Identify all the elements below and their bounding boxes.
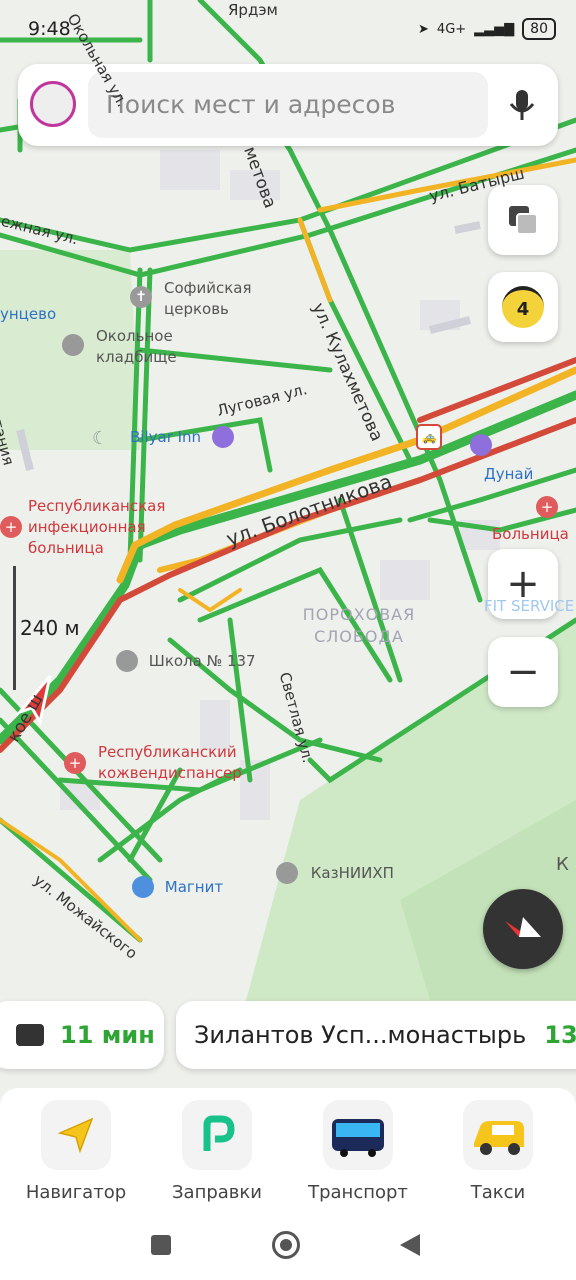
tab-label: Транспорт [308,1182,408,1203]
traffic-button[interactable]: 4 [488,272,558,342]
bus-icon [323,1100,393,1170]
poi-label: Окольное кладбище [96,327,177,366]
poi-label: Софийская церковь [164,279,252,318]
poi-school[interactable]: Школа № 137 [116,650,256,672]
layers-icon [509,206,538,235]
poi-label: Дунай [484,465,534,483]
recents-button[interactable] [151,1235,171,1255]
system-navigation-bar [0,1210,576,1280]
traffic-level-icon: 4 [502,286,544,328]
location-icon: ➤ [418,21,429,37]
compass-icon [505,917,541,937]
school-icon [116,650,138,672]
bed-icon [470,434,492,456]
home-button[interactable] [272,1231,300,1259]
tab-taxi[interactable]: Такси [428,1100,568,1203]
hospital-icon: + [536,496,558,518]
fuel-icon [182,1100,252,1170]
poi-dispensary[interactable]: + Республиканский кожвендиспансер [64,742,258,784]
poi-kazniihp[interactable]: КазНИИХП [276,862,394,884]
poi-label: Магнит [164,877,224,896]
traffic-level: 4 [516,298,530,320]
hospital-icon: + [64,752,86,774]
tab-transport[interactable]: Транспорт [288,1100,428,1203]
navigator-icon [41,1100,111,1170]
tab-fuel[interactable]: Заправки [147,1100,287,1203]
map-edge-label: К [556,854,569,875]
destination-chip[interactable]: Зилантов Усп...монастырь 13 [176,1001,576,1069]
district-label: ПОРОХОВАЯ СЛОБОДА [302,605,416,646]
compass-button[interactable] [483,889,563,969]
moon-icon: ☾ [92,428,109,449]
scale-label: 240 м [20,616,80,640]
poi-edge-label: унцево [0,305,57,323]
poi-clinic[interactable]: + Больница [492,496,569,545]
street-label: Ярдэм [228,1,278,19]
bed-icon [211,426,234,448]
poi-label: Республиканская инфекционная больница [28,497,166,557]
poi-label: Республиканский кожвендиспансер [98,743,242,782]
poi-label: КазНИИХП [310,863,394,882]
shopping-basket-icon [132,876,154,898]
back-button[interactable] [398,1232,422,1258]
poi-fit-service: FIT SERVICE [484,597,575,615]
zoom-out-button[interactable]: − [488,637,558,707]
tab-label: Такси [470,1182,526,1203]
work-route-chip[interactable]: 11 мин [0,1001,164,1069]
work-route-time: 11 мин [60,1021,155,1049]
microphone-icon[interactable] [506,88,538,124]
tab-label: Навигатор [25,1182,127,1203]
destination-time: 13 [544,1021,576,1049]
taxi-marker-icon[interactable]: 🚕 [416,424,442,450]
avatar[interactable] [30,81,76,127]
leaf-icon [276,862,298,884]
hospital-icon: + [0,516,22,538]
layers-button[interactable] [488,185,558,255]
taxi-icon [463,1100,533,1170]
home-icon [280,1239,292,1251]
briefcase-icon [16,1024,44,1046]
signal-icon: ▂▃▅▇ [474,21,515,37]
network-label: 4G+ [436,21,467,37]
tab-label: Заправки [172,1182,262,1203]
cemetery-icon [62,334,84,356]
poi-magnit[interactable]: Магнит [132,876,223,898]
poi-label: Больница [492,525,569,543]
poi-label: Школа № 137 [148,651,256,670]
destination-name: Зилантов Усп...монастырь [194,1021,527,1049]
tab-navigator[interactable]: Навигатор [6,1100,146,1203]
scale-bar [13,566,16,690]
poi-dunai[interactable]: Дунай [470,434,533,485]
bottom-tab-bar: Навигатор Заправки Транспорт Такси [0,1088,576,1210]
poi-cemetery[interactable]: Окольное кладбище [62,326,196,368]
poi-hotel[interactable]: ☾ Bilyar Inn [92,426,234,449]
church-icon: ✝ [130,286,152,308]
poi-hospital[interactable]: + Республиканская инфекционная больница [0,496,178,559]
search-input[interactable]: Поиск мест и адресов [88,72,488,138]
poi-church[interactable]: ✝ Софийская церковь [130,278,294,320]
battery-indicator: 80 [522,18,556,40]
minus-icon: − [506,649,540,695]
poi-label: Bilyar Inn [130,427,202,446]
